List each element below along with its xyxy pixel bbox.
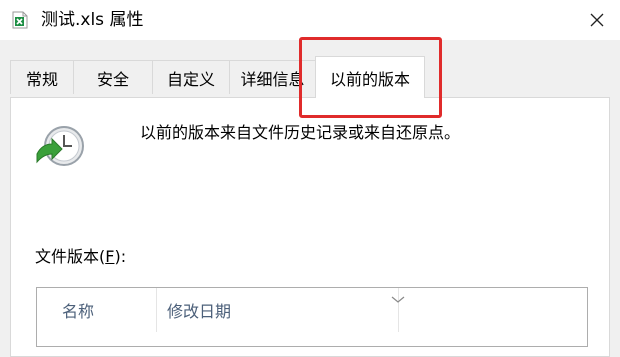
column-header-empty[interactable] [399,288,587,332]
file-versions-label: 文件版本(F): [35,246,126,268]
excel-file-icon [12,11,28,29]
tab-label: 自定义 [166,69,215,89]
column-header-name[interactable]: 名称 [37,288,157,332]
column-header-label: 修改日期 [167,302,232,321]
close-button[interactable] [574,0,620,40]
file-versions-label-text: 文件版本( [35,247,106,266]
column-header-modified-date[interactable]: 修改日期 [157,288,405,332]
tab-label: 常规 [25,69,58,89]
close-icon [589,12,605,28]
highlight-annotation [299,37,442,118]
previous-versions-description: 以前的版本来自文件历史记录或来自还原点。 [140,123,461,142]
tab-label: 详细信息 [240,69,305,89]
file-versions-label-suffix: ): [114,247,127,266]
tab-security[interactable]: 安全 [73,60,153,94]
tab-general[interactable]: 常规 [10,60,74,94]
tab-custom[interactable]: 自定义 [152,60,230,94]
tab-label: 安全 [96,69,129,89]
file-versions-list[interactable]: 名称 修改日期 [36,287,588,347]
window-title: 测试.xls 属性 [41,10,144,30]
column-header-label: 名称 [62,302,95,321]
title-bar: 测试.xls 属性 [0,0,620,40]
file-history-icon [34,124,86,172]
